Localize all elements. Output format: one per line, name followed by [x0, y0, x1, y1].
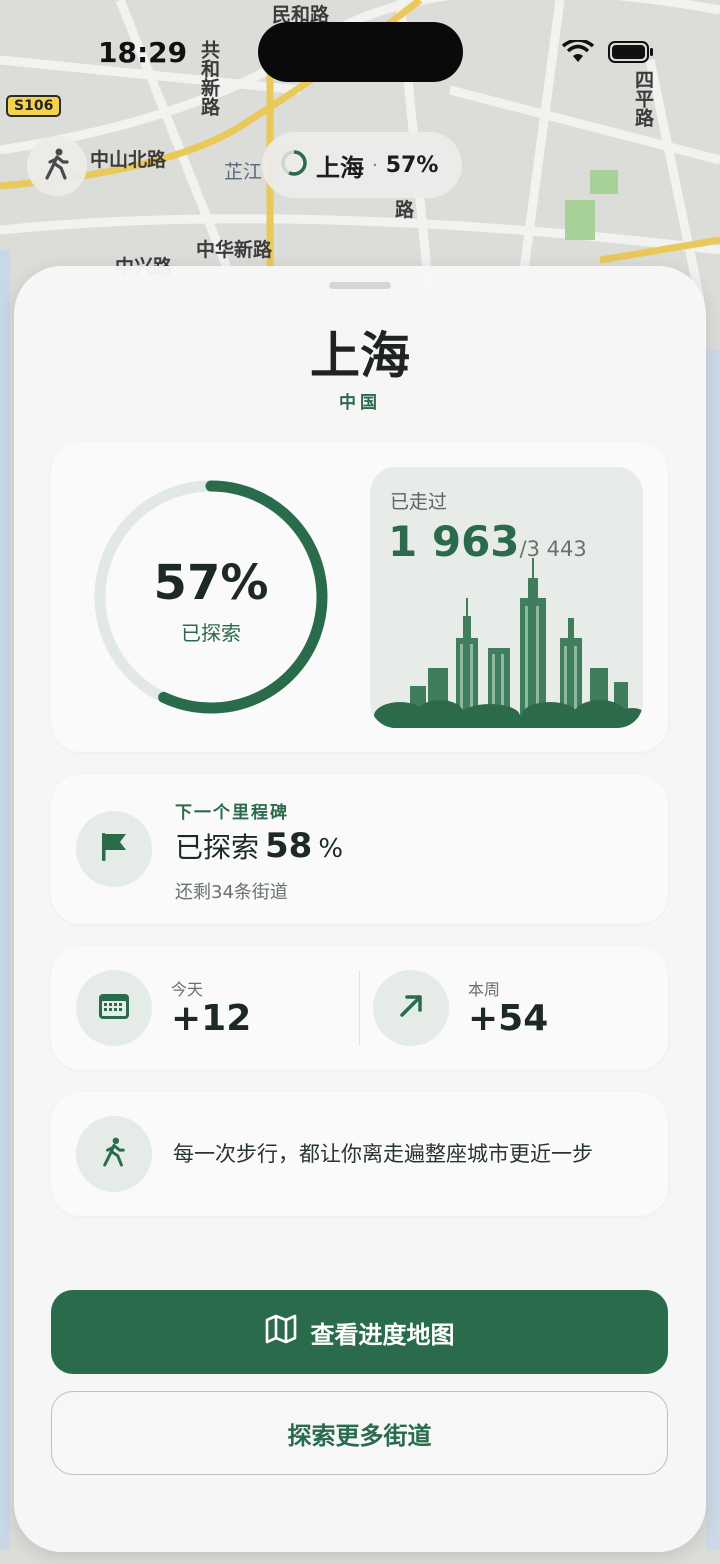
walk-icon: [43, 148, 71, 184]
today-value: +12: [171, 998, 252, 1039]
map-label: 中山北路: [90, 149, 167, 171]
map-label: 中华新路: [196, 239, 273, 261]
progress-ring: 57% 已探索: [91, 477, 331, 717]
calendar-icon: [98, 991, 130, 1025]
flag-icon: [99, 831, 129, 867]
country-label: 中国: [339, 393, 381, 413]
milestone-unit: %: [318, 834, 344, 864]
status-time: 18:29: [98, 36, 188, 69]
view-progress-map-label: 查看进度地图: [310, 1320, 455, 1349]
flag-icon-badge: [76, 811, 152, 887]
dynamic-island: [258, 22, 463, 82]
progress-ring-icon: [280, 149, 308, 181]
next-milestone-card[interactable]: 下一个里程碑 已探索 58% 还剩34条街道: [51, 774, 668, 924]
progress-card: 57% 已探索 已走过 1 963 /3 443: [51, 442, 668, 752]
milestone-remaining: 还剩34条街道: [175, 882, 288, 903]
pill-separator: ·: [372, 154, 378, 176]
explored-label: 已探索: [181, 621, 241, 645]
view-progress-map-button[interactable]: 查看进度地图: [51, 1290, 668, 1374]
milestone-main: 已探索 58%: [175, 826, 343, 866]
city-progress-pill[interactable]: 上海 · 57%: [262, 132, 462, 198]
walk-icon-badge: [76, 1116, 152, 1192]
explore-more-streets-button[interactable]: 探索更多街道: [51, 1391, 668, 1475]
walk-mode-button[interactable]: [27, 136, 87, 196]
calendar-icon-badge: [76, 970, 152, 1046]
explored-percent: 57%: [153, 555, 269, 611]
motivation-text: 每一次步行，都让你离走遍整座城市更近一步: [173, 1142, 593, 1166]
route-shield: S106: [6, 95, 62, 117]
milestone-text: 已探索: [175, 831, 260, 864]
motivation-card: 每一次步行，都让你离走遍整座城市更近一步: [51, 1092, 668, 1216]
pill-city-name: 上海: [316, 153, 364, 182]
map-label: 路: [395, 199, 415, 221]
stats-card: 今天 +12 本周 +54: [51, 946, 668, 1070]
wifi-icon: [561, 38, 595, 68]
walk-icon: [101, 1136, 127, 1172]
skyline-illustration: [370, 558, 643, 728]
milestone-kicker: 下一个里程碑: [175, 803, 289, 823]
map-label: 四平路: [632, 70, 654, 127]
sheet-grabber[interactable]: [329, 282, 391, 289]
pill-percent: 57%: [385, 152, 439, 178]
walked-label: 已走过: [390, 491, 448, 513]
trend-icon-badge: [373, 970, 449, 1046]
today-label: 今天: [171, 980, 204, 999]
streets-walked-panel: 已走过 1 963 /3 443: [370, 467, 643, 728]
explore-more-streets-label: 探索更多街道: [287, 1421, 432, 1450]
map-label: 共和新路: [198, 40, 220, 116]
status-icons: [561, 38, 654, 68]
battery-icon: [608, 40, 654, 68]
city-progress-sheet: 上海 中国 57% 已探索 已走过 1 963 /3 443 下一个里程碑 已探…: [14, 266, 706, 1552]
city-title: 上海: [310, 327, 410, 385]
week-label: 本周: [468, 980, 501, 999]
week-value: +54: [468, 998, 549, 1039]
milestone-target: 58: [265, 826, 313, 866]
map-label: 芷江: [224, 161, 263, 183]
stats-divider: [359, 970, 360, 1046]
arrow-up-right-icon: [396, 991, 426, 1025]
map-icon: [265, 1314, 297, 1350]
